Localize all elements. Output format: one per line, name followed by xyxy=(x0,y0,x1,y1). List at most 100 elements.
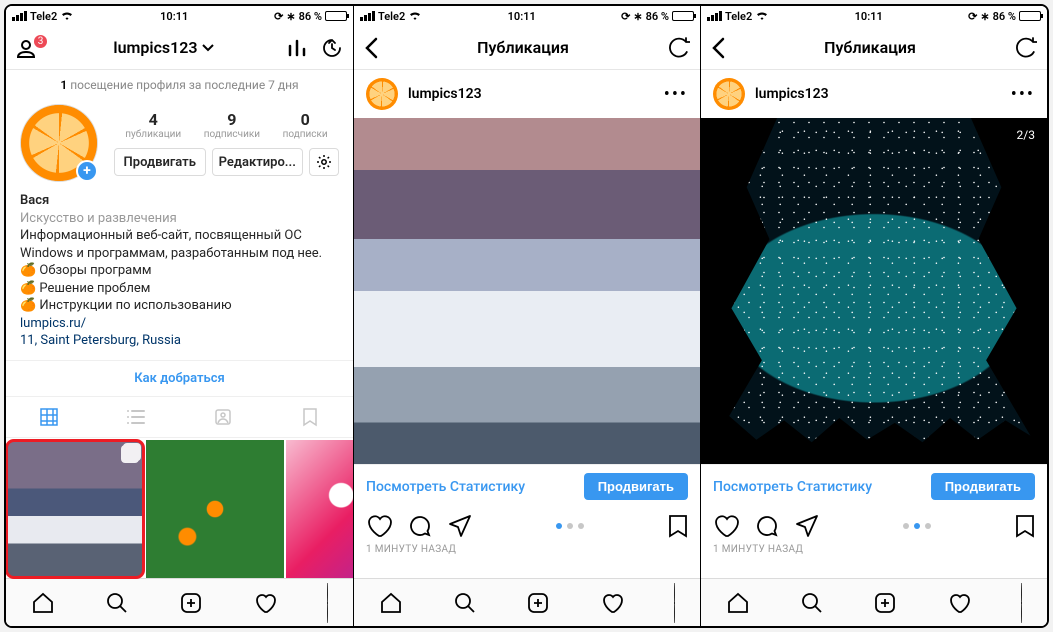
status-bar: Tele2 10:11 ⟳ ∗ 86 % xyxy=(354,6,700,26)
settings-button[interactable] xyxy=(309,148,339,176)
clock-label: 10:11 xyxy=(855,10,883,23)
view-insights-link[interactable]: Посмотреть Статистику xyxy=(713,479,872,495)
bio-desc: Информационный веб-сайт, посвященный ОС … xyxy=(20,227,339,262)
refresh-button[interactable] xyxy=(668,37,690,59)
post-thumb-1[interactable] xyxy=(6,440,144,578)
wifi-icon xyxy=(60,11,74,21)
discover-people-button[interactable]: 3 xyxy=(16,38,40,58)
profile-bio: Вася Искусство и развлечения Информацион… xyxy=(6,190,353,356)
refresh-button[interactable] xyxy=(1015,37,1037,59)
stat-following[interactable]: 0 подписки xyxy=(283,110,328,140)
bluetooth-icon: ∗ xyxy=(633,10,642,23)
bio-line1: 🍊 Обзоры программ xyxy=(20,262,339,280)
post-username: lumpics123 xyxy=(755,86,829,102)
tab-list[interactable] xyxy=(93,397,180,437)
tab-home[interactable] xyxy=(726,591,750,615)
share-button[interactable] xyxy=(795,514,819,538)
view-insights-link[interactable]: Посмотреть Статистику xyxy=(366,479,525,495)
save-button[interactable] xyxy=(668,514,688,538)
save-button[interactable] xyxy=(1015,514,1035,538)
tab-saved[interactable] xyxy=(266,397,353,437)
tab-grid[interactable] xyxy=(6,397,93,437)
post-image[interactable]: 2/3 xyxy=(701,118,1047,464)
tab-new-post[interactable] xyxy=(873,591,897,615)
nav-title: Публикация xyxy=(477,38,569,57)
bookmark-icon xyxy=(302,407,318,427)
carrier-label: Tele2 xyxy=(30,10,57,23)
post-grid xyxy=(6,438,353,578)
screen-post-2: Tele2 10:11 ⟳ ∗ 86 % Публикация lumpics1… xyxy=(700,6,1047,626)
profile-username-dropdown[interactable]: lumpics123 xyxy=(113,38,213,57)
bottom-tabbar xyxy=(6,578,353,626)
battery-icon xyxy=(1019,11,1041,21)
post-author[interactable]: lumpics123 xyxy=(713,78,829,110)
edit-profile-button[interactable]: Редактиро... xyxy=(212,148,304,176)
bio-line3: 🍊 Инструкции по использованию xyxy=(20,297,339,315)
bio-name: Вася xyxy=(20,192,339,210)
profile-nav: 3 lumpics123 xyxy=(6,26,353,70)
carrier-label: Tele2 xyxy=(725,10,752,23)
tab-profile[interactable] xyxy=(1021,584,1022,622)
screen-profile: Tele2 10:11 ⟳ ∗ 86 % 3 lumpics123 xyxy=(6,6,353,626)
chevron-down-icon xyxy=(202,44,214,52)
tab-profile[interactable] xyxy=(327,584,328,622)
battery-pct: 86 % xyxy=(993,10,1016,23)
tab-activity[interactable] xyxy=(253,591,277,615)
battery-icon xyxy=(672,11,694,21)
carousel-dots xyxy=(903,523,931,529)
stat-posts[interactable]: 4 публикации xyxy=(125,110,181,140)
battery-icon xyxy=(325,11,347,21)
post-nav: Публикация xyxy=(701,26,1047,70)
add-story-badge[interactable]: + xyxy=(76,160,98,182)
archive-button[interactable] xyxy=(321,37,343,59)
like-button[interactable] xyxy=(366,514,392,538)
comment-button[interactable] xyxy=(755,514,779,538)
profile-view-tabs xyxy=(6,396,353,438)
tab-search[interactable] xyxy=(453,591,477,615)
stat-followers[interactable]: 9 подписчики xyxy=(204,110,260,140)
status-bar: Tele2 10:11 ⟳ ∗ 86 % xyxy=(701,6,1047,26)
promote-profile-button[interactable]: Продвигать xyxy=(114,148,206,176)
tab-search[interactable] xyxy=(800,591,824,615)
signal-icon xyxy=(12,11,27,21)
post-timestamp: 1 МИНУТУ НАЗАД xyxy=(701,540,1047,563)
post-more-button[interactable]: ••• xyxy=(1011,84,1035,105)
directions-button[interactable]: Как добраться xyxy=(6,360,353,396)
post-author[interactable]: lumpics123 xyxy=(366,78,482,110)
promote-post-button[interactable]: Продвигать xyxy=(584,473,688,500)
comment-button[interactable] xyxy=(408,514,432,538)
list-icon xyxy=(126,407,146,427)
tab-new-post[interactable] xyxy=(526,591,550,615)
tab-profile[interactable] xyxy=(674,584,675,622)
post-image[interactable] xyxy=(354,118,700,464)
profile-avatar[interactable]: + xyxy=(20,104,98,182)
gear-icon xyxy=(316,154,332,170)
post-header: lumpics123 ••• xyxy=(354,70,700,118)
nav-title: Публикация xyxy=(824,38,916,57)
post-more-button[interactable]: ••• xyxy=(664,84,688,105)
tab-search[interactable] xyxy=(105,591,129,615)
tab-new-post[interactable] xyxy=(179,591,203,615)
back-button[interactable] xyxy=(364,37,378,59)
promote-post-button[interactable]: Продвигать xyxy=(931,473,1035,500)
carousel-indicator-icon xyxy=(122,446,138,462)
tab-activity[interactable] xyxy=(600,591,624,615)
rotation-lock-icon: ⟳ xyxy=(968,10,977,23)
profile-visits[interactable]: 1 посещение профиля за последние 7 дня xyxy=(6,70,353,100)
tab-tagged[interactable] xyxy=(180,397,267,437)
rotation-lock-icon: ⟳ xyxy=(274,10,283,23)
back-button[interactable] xyxy=(711,37,725,59)
tab-home[interactable] xyxy=(379,591,403,615)
post-thumb-2[interactable] xyxy=(146,440,284,578)
post-nav: Публикация xyxy=(354,26,700,70)
insights-button[interactable] xyxy=(287,38,307,58)
bio-url[interactable]: lumpics.ru/ xyxy=(20,315,339,333)
tab-activity[interactable] xyxy=(947,591,971,615)
wifi-icon xyxy=(755,11,769,21)
tab-home[interactable] xyxy=(31,591,55,615)
bio-location[interactable]: 11, Saint Petersburg, Russia xyxy=(20,332,339,350)
like-button[interactable] xyxy=(713,514,739,538)
share-button[interactable] xyxy=(448,514,472,538)
post-header: lumpics123 ••• xyxy=(701,70,1047,118)
signal-icon xyxy=(360,11,375,21)
